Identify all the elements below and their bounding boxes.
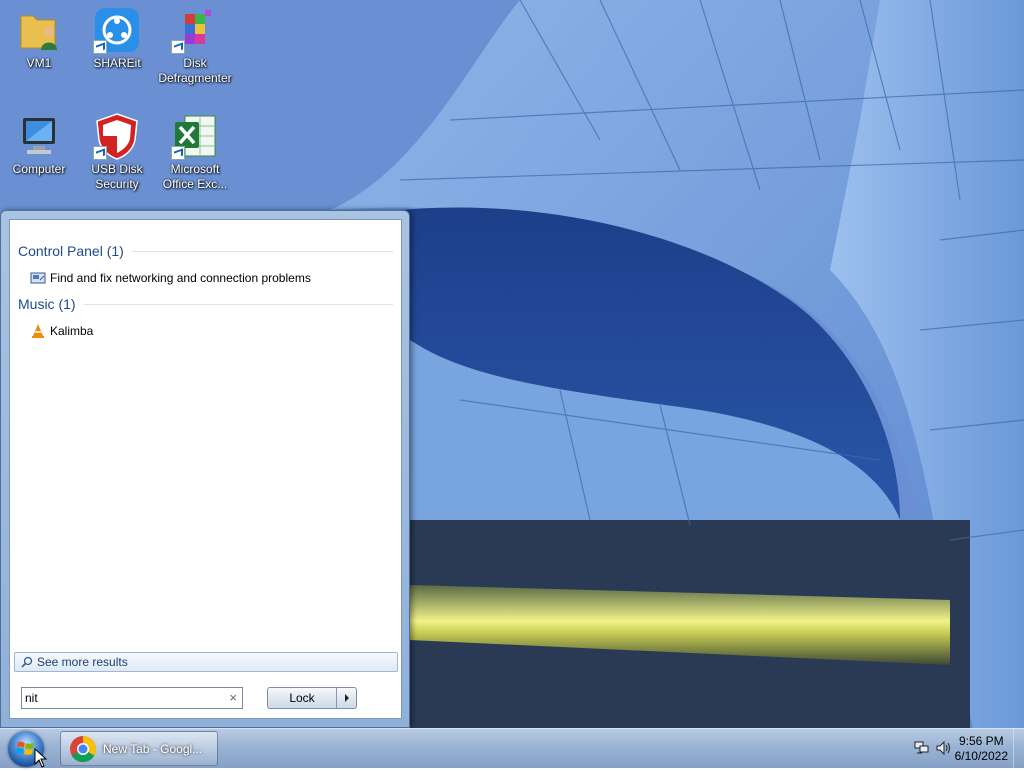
shield-icon [93,112,141,160]
desktop-icon-label: Computer [12,162,66,176]
shortcut-arrow-icon [93,146,107,160]
user-folder-icon [15,6,63,54]
group-divider [83,303,393,305]
desktop-icon-label: USB Disk Security [91,162,143,191]
excel-icon [171,112,219,160]
system-tray: 9:56 PM 6/10/2022 [884,729,1024,768]
start-search-input[interactable] [25,690,221,706]
desktop-icon-microsoft-excel[interactable]: Microsoft Office Exc... [157,112,233,192]
desktop-icon-disk-defragmenter[interactable]: Disk Defragmenter [157,6,233,86]
desktop-icon-vm1[interactable]: VM1 [1,6,77,71]
desktop-icon-usb-disk-security[interactable]: USB Disk Security [79,112,155,192]
clock-date: 6/10/2022 [954,749,1008,763]
desktop-icon-label: SHAREit [93,56,141,70]
result-item-label: Kalimba [50,324,94,338]
shortcut-arrow-icon [171,146,185,160]
result-item-kalimba[interactable]: Kalimba [30,321,93,341]
taskbar-button-label: New Tab - Googl... [103,741,203,756]
shortcut-arrow-icon [93,40,107,54]
shortcut-arrow-icon [171,40,185,54]
clear-search-icon[interactable]: × [229,690,237,706]
magnifier-icon [21,656,33,668]
volume-icon[interactable] [936,740,952,756]
desktop-icon-label: Disk Defragmenter [158,56,232,85]
group-header-music[interactable]: Music (1) [18,295,393,313]
desktop-icon-label: VM1 [26,56,52,70]
desktop-icon-shareit[interactable]: SHAREit [79,6,155,71]
group-header-control-panel[interactable]: Control Panel (1) [18,242,393,260]
computer-icon [15,112,63,160]
result-item-network-troubleshoot[interactable]: Find and fix networking and connection p… [30,268,311,288]
lock-button-group: Lock [267,687,357,709]
shareit-icon [93,6,141,54]
start-menu: Control Panel (1) Find and fix networkin… [0,210,410,728]
desktop-icon-label: Microsoft Office Exc... [162,162,228,191]
taskbar: New Tab - Googl... 9:56 PM 6/10/2022 [0,728,1024,768]
clock-time: 9:56 PM [958,734,1004,748]
see-more-label: See more results [37,655,128,669]
shutdown-options-button[interactable] [337,688,356,708]
chevron-right-icon [344,694,349,702]
start-search-box[interactable]: × [21,687,243,709]
vlc-cone-icon [30,323,46,339]
disk-defragmenter-icon [171,6,219,54]
search-results-pane: Control Panel (1) Find and fix networkin… [9,219,402,719]
group-divider [131,250,393,252]
see-more-results-button[interactable]: See more results [14,652,398,672]
chrome-icon [69,735,97,763]
network-icon[interactable] [914,741,930,755]
result-item-label: Find and fix networking and connection p… [50,271,311,285]
taskbar-clock[interactable]: 9:56 PM 6/10/2022 [955,734,1008,764]
show-desktop-button[interactable] [1013,729,1024,768]
group-header-label: Control Panel (1) [18,243,124,259]
group-header-label: Music (1) [18,296,76,312]
lock-button[interactable]: Lock [268,688,337,708]
mouse-cursor-icon [34,747,48,768]
network-troubleshoot-icon [30,270,46,286]
desktop-icon-computer[interactable]: Computer [1,112,77,177]
taskbar-button-chrome[interactable]: New Tab - Googl... [60,731,218,766]
